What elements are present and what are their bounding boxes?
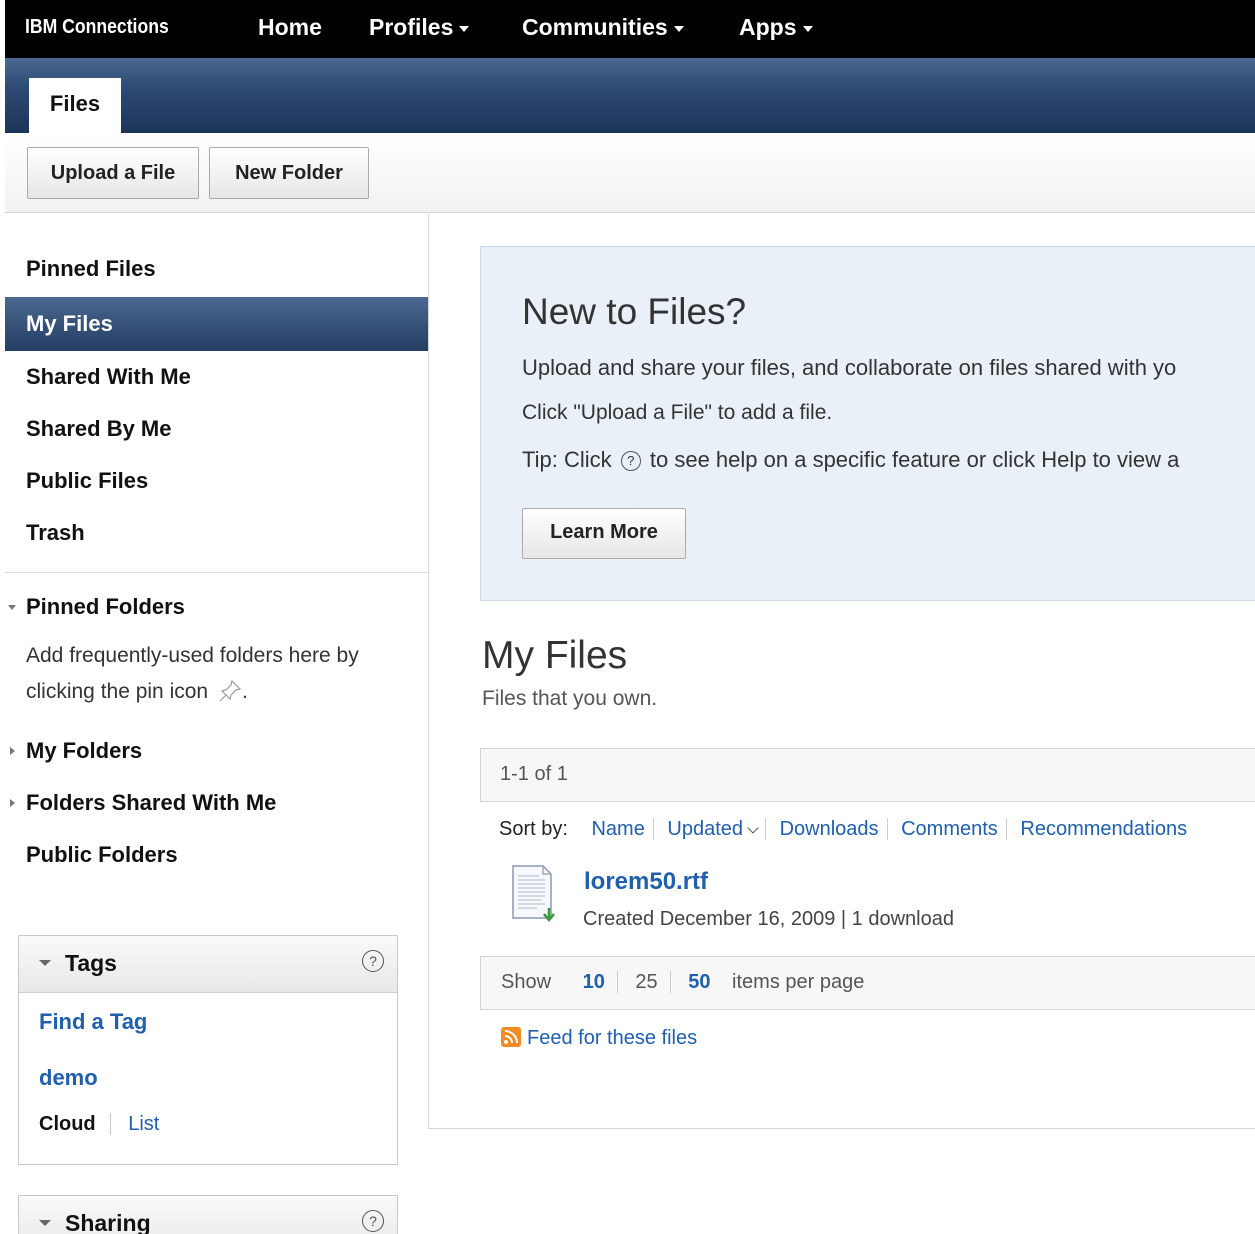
sidebar-item-shared-with-me[interactable]: Shared With Me: [5, 350, 428, 404]
my-folders-heading[interactable]: My Folders: [26, 738, 142, 764]
feed-link[interactable]: Feed for these files: [501, 1027, 697, 1050]
sidebar-divider: [5, 572, 428, 573]
help-icon[interactable]: ?: [362, 1210, 384, 1232]
new-to-files-panel: New to Files? Upload and share your file…: [480, 246, 1255, 601]
file-meta: Created December 16, 2009 | 1 download: [583, 908, 954, 930]
folders-shared-with-me-heading[interactable]: Folders Shared With Me: [26, 790, 276, 816]
rss-feed-icon: [501, 1027, 521, 1047]
pin-icon: [219, 679, 242, 702]
pager-show-label: Show: [501, 971, 552, 993]
nav-apps-label: Apps: [739, 14, 797, 40]
pinned-folders-heading[interactable]: Pinned Folders: [26, 594, 185, 620]
caret-down-icon: [673, 25, 684, 32]
sidebar: Pinned Files My Files Shared With Me Sha…: [5, 214, 428, 1234]
files-toolbar: Upload a File New Folder: [5, 133, 1255, 213]
tags-widget-title: Tags: [65, 950, 117, 976]
sidebar-item-pinned-files[interactable]: Pinned Files: [5, 242, 428, 296]
pager-suffix: items per page: [732, 971, 865, 993]
app-tab-strip: Files: [5, 58, 1255, 133]
page-size-50[interactable]: 50: [676, 971, 722, 993]
help-icon: ?: [620, 451, 641, 472]
upload-file-button[interactable]: Upload a File: [27, 147, 199, 199]
help-icon[interactable]: ?: [362, 950, 384, 972]
expand-arrow-icon[interactable]: [10, 799, 15, 807]
results-range-bar: 1-1 of 1: [480, 748, 1255, 802]
find-tag-link[interactable]: Find a Tag: [39, 1009, 147, 1035]
collapse-arrow-icon[interactable]: [39, 1220, 51, 1226]
collapse-arrow-icon[interactable]: [39, 960, 51, 966]
collapse-arrow-icon[interactable]: [8, 605, 16, 610]
tags-widget-header[interactable]: Tags ?: [19, 936, 397, 993]
tag-view-list[interactable]: List: [116, 1113, 159, 1135]
learn-more-button[interactable]: Learn More: [522, 508, 686, 559]
main-content: New to Files? Upload and share your file…: [428, 214, 1255, 1129]
sort-by-downloads[interactable]: Downloads: [771, 818, 888, 840]
pinned-folders-hint-text: Add frequently-used folders here by clic…: [26, 644, 359, 703]
sort-bar: Sort by: Name Updated Downloads Comments…: [499, 818, 1195, 841]
promo-line-2: Click "Upload a File" to add a file.: [522, 401, 833, 424]
brand-logo[interactable]: IBM Connections: [25, 16, 169, 39]
page-subtitle: Files that you own.: [482, 687, 658, 710]
pager: Show 10 25 50 items per page: [501, 971, 864, 994]
page-title: My Files: [482, 634, 628, 677]
page-size-10[interactable]: 10: [570, 971, 618, 993]
promo-title: New to Files?: [522, 291, 747, 332]
sort-by-updated-label: Updated: [667, 818, 744, 840]
file-name-link[interactable]: lorem50.rtf: [584, 868, 708, 896]
sharing-widget: Sharing ?: [18, 1195, 398, 1234]
tag-view-switch: Cloud List: [39, 1113, 159, 1136]
sharing-widget-header[interactable]: Sharing ?: [19, 1196, 397, 1234]
sort-by-recommendations[interactable]: Recommendations: [1012, 818, 1195, 840]
pinned-folders-hint: Add frequently-used folders here by clic…: [26, 638, 426, 710]
sharing-widget-title: Sharing: [65, 1210, 151, 1234]
sidebar-item-my-files[interactable]: My Files: [5, 297, 428, 351]
expand-arrow-icon[interactable]: [10, 747, 15, 755]
promo-line-1: Upload and share your files, and collabo…: [522, 355, 1177, 380]
sort-by-updated[interactable]: Updated: [659, 818, 767, 840]
tag-view-cloud[interactable]: Cloud: [39, 1113, 111, 1135]
hint-period: .: [241, 680, 248, 703]
nav-profiles-label: Profiles: [369, 14, 454, 40]
tag-demo[interactable]: demo: [39, 1065, 98, 1091]
nav-profiles[interactable]: Profiles: [369, 14, 470, 41]
new-folder-button[interactable]: New Folder: [209, 147, 369, 199]
page-size-25[interactable]: 25: [623, 971, 671, 993]
chevron-down-icon: [747, 822, 759, 834]
promo-tip-suffix: to see help on a specific feature or cli…: [649, 447, 1180, 472]
promo-tip-prefix: Tip: Click: [522, 447, 612, 472]
nav-communities[interactable]: Communities: [522, 14, 684, 41]
nav-home-label: Home: [258, 14, 322, 40]
sort-label: Sort by:: [499, 818, 568, 840]
sort-by-name[interactable]: Name: [583, 818, 654, 840]
sidebar-item-shared-by-me[interactable]: Shared By Me: [5, 402, 428, 456]
results-range: 1-1 of 1: [500, 763, 568, 785]
public-folders-link[interactable]: Public Folders: [26, 842, 178, 868]
feed-link-label: Feed for these files: [527, 1027, 698, 1049]
sidebar-item-trash[interactable]: Trash: [5, 506, 428, 560]
nav-home[interactable]: Home: [258, 14, 322, 41]
sidebar-item-public-files[interactable]: Public Files: [5, 454, 428, 508]
sort-by-comments[interactable]: Comments: [893, 818, 1007, 840]
promo-tip: Tip: Click ? to see help on a specific f…: [522, 447, 1179, 473]
tab-files[interactable]: Files: [29, 78, 121, 133]
top-navigation-bar: IBM Connections Home Profiles Communitie…: [5, 0, 1255, 58]
tags-widget: Tags ? Find a Tag demo Cloud List: [18, 935, 398, 1165]
nav-apps[interactable]: Apps: [739, 14, 813, 41]
caret-down-icon: [802, 25, 813, 32]
document-download-icon[interactable]: [511, 864, 555, 924]
caret-down-icon: [459, 25, 470, 32]
nav-communities-label: Communities: [522, 14, 668, 40]
